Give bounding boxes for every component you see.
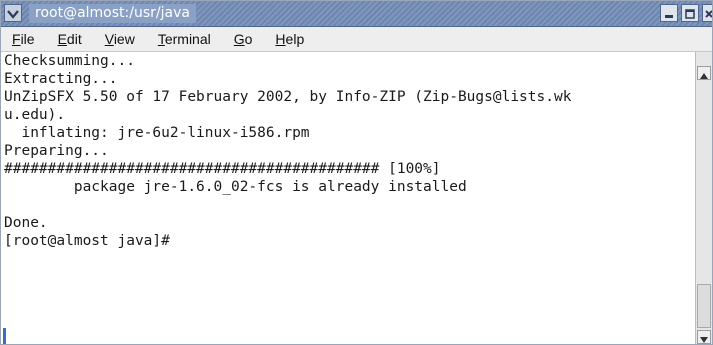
close-icon (704, 4, 712, 23)
terminal-line: UnZipSFX 5.50 of 17 February 2002, by In… (4, 89, 572, 105)
menu-view[interactable]: View (105, 31, 135, 47)
terminal-line: inflating: jre-6u2-linux-i586.rpm (4, 125, 310, 141)
terminal-output[interactable]: Checksumming... Extracting... UnZipSFX 5… (3, 52, 695, 344)
terminal-left-marker (3, 328, 6, 344)
maximize-icon (685, 4, 695, 23)
menu-help[interactable]: Help (275, 31, 304, 47)
terminal-line: Done. (4, 215, 48, 231)
maximize-button[interactable] (681, 4, 699, 22)
close-button[interactable] (702, 4, 712, 23)
terminal-line: Preparing... (4, 143, 109, 159)
chevron-down-icon (7, 4, 19, 23)
scroll-down-button[interactable] (697, 330, 711, 344)
arrow-up-icon (700, 64, 708, 83)
scroll-thumb[interactable] (697, 284, 711, 328)
title-bar[interactable]: root@almost:/usr/java (1, 1, 712, 27)
window-menu-button[interactable] (4, 4, 22, 22)
menu-bar: File Edit View Terminal Go Help (1, 27, 712, 52)
terminal-line: ########################################… (4, 161, 441, 177)
scroll-up-button[interactable] (697, 66, 711, 80)
terminal-line: package jre-1.6.0_02-fcs is already inst… (4, 179, 467, 195)
terminal-prompt: [root@almost java]# (4, 233, 170, 249)
terminal-line: u.edu). (4, 107, 66, 123)
vertical-scrollbar[interactable] (695, 52, 712, 344)
terminal-line: Extracting... (4, 71, 118, 87)
window-controls (660, 4, 712, 23)
window-title: root@almost:/usr/java (29, 4, 196, 23)
terminal-line: Checksumming... (4, 53, 135, 69)
terminal-window: root@almost:/usr/java File Edit View Ter… (0, 0, 713, 345)
menu-terminal[interactable]: Terminal (158, 31, 211, 47)
menu-edit[interactable]: Edit (58, 31, 82, 47)
menu-go[interactable]: Go (234, 31, 253, 47)
minimize-icon (664, 4, 674, 23)
arrow-down-icon (700, 328, 708, 345)
minimize-button[interactable] (660, 4, 678, 22)
menu-file[interactable]: File (12, 31, 35, 47)
